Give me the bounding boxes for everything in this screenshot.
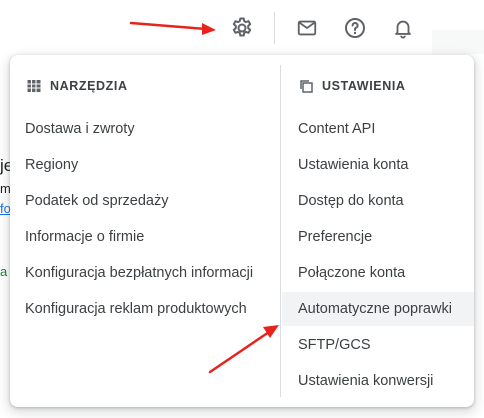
- menu-item-label: Ustawienia konta: [298, 157, 409, 173]
- menu-item-label: Konfiguracja bezpłatnych informacji: [25, 265, 254, 281]
- menu-item-sales-tax[interactable]: Podatek od sprzedaży: [10, 184, 280, 218]
- menu-item-label: Dostęp do konta: [298, 193, 404, 209]
- menu-item-label: Preferencje: [298, 229, 373, 245]
- menu-item-label: Podatek od sprzedaży: [25, 193, 169, 209]
- menu-item-label: Dostawa i zwroty: [25, 121, 135, 137]
- settings-gear-icon[interactable]: [228, 14, 256, 42]
- menu-item-sftp-gcs[interactable]: SFTP/GCS: [282, 328, 474, 362]
- menu-item-shopping-ads-config[interactable]: Konfiguracja reklam produktowych: [10, 292, 280, 326]
- notifications-bell-icon[interactable]: [389, 14, 417, 42]
- menu-item-free-listings-config[interactable]: Konfiguracja bezpłatnych informacji: [10, 256, 280, 290]
- menu-item-label: Informacje o firmie: [25, 229, 145, 245]
- menu-item-shipping-returns[interactable]: Dostawa i zwroty: [10, 112, 280, 146]
- tools-heading-label: NARZĘDZIA: [50, 79, 128, 93]
- menu-item-conversion-settings[interactable]: Ustawienia konwersji: [282, 364, 474, 398]
- mail-icon[interactable]: [293, 14, 321, 42]
- column-divider: [280, 65, 281, 397]
- menu-item-account-settings[interactable]: Ustawienia konta: [282, 148, 474, 182]
- copy-settings-icon: [298, 78, 314, 94]
- menu-item-automatic-improvements[interactable]: Automatyczne poprawki: [282, 292, 474, 326]
- menu-item-label: Regiony: [25, 157, 79, 173]
- help-icon[interactable]: [341, 14, 369, 42]
- menu-item-label: Ustawienia konwersji: [298, 373, 434, 389]
- background-status-fragment: a: [0, 264, 8, 279]
- menu-item-label: Automatyczne poprawki: [298, 301, 452, 317]
- tools-heading: NARZĘDZIA: [26, 76, 128, 96]
- toolbar-divider: [274, 12, 275, 44]
- menu-item-label: Połączone konta: [298, 265, 406, 281]
- grid-icon: [26, 78, 42, 94]
- tools-column: NARZĘDZIA Dostawa i zwroty Regiony Podat…: [10, 55, 280, 407]
- menu-item-label: Konfiguracja reklam produktowych: [25, 301, 247, 317]
- menu-item-label: SFTP/GCS: [298, 337, 371, 353]
- menu-item-preferences[interactable]: Preferencje: [282, 220, 474, 254]
- top-toolbar: [0, 0, 484, 56]
- menu-item-business-info[interactable]: Informacje o firmie: [10, 220, 280, 254]
- menu-item-linked-accounts[interactable]: Połączone konta: [282, 256, 474, 290]
- settings-heading: USTAWIENIA: [298, 76, 406, 96]
- menu-item-account-access[interactable]: Dostęp do konta: [282, 184, 474, 218]
- menu-item-content-api[interactable]: Content API: [282, 112, 474, 146]
- header-fade: [432, 30, 484, 54]
- settings-dropdown-panel: NARZĘDZIA Dostawa i zwroty Regiony Podat…: [10, 55, 474, 407]
- settings-column: USTAWIENIA Content API Ustawienia konta …: [282, 55, 474, 407]
- menu-item-regions[interactable]: Regiony: [10, 148, 280, 182]
- menu-item-label: Content API: [298, 121, 376, 137]
- settings-heading-label: USTAWIENIA: [322, 79, 406, 93]
